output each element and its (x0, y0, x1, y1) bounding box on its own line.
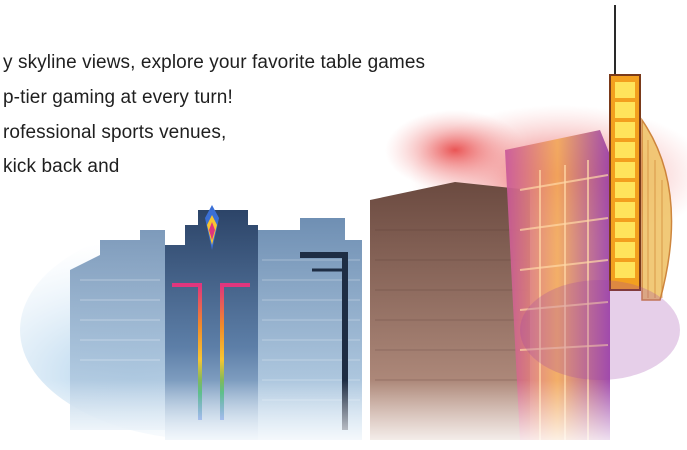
promo-text-line-3: rofessional sports venues, (3, 122, 227, 143)
promo-text-line-4: kick back and (3, 156, 120, 177)
promo-text-line-2: p-tier gaming at every turn! (3, 87, 233, 108)
promo-text-line-1: y skyline views, explore your favorite t… (3, 52, 426, 73)
